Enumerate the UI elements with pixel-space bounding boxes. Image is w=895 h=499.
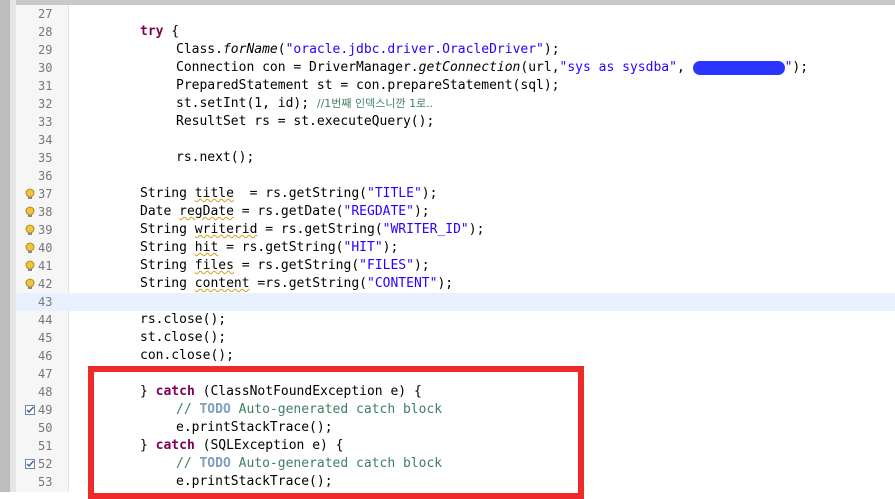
warning-lightbulb-icon[interactable] — [24, 188, 36, 200]
code-line[interactable]: 38 Date regDate = rs.getDate("REGDATE"); — [16, 203, 895, 221]
task-icon[interactable] — [24, 404, 36, 416]
code-text: st.setInt(1, id); //1번째 인덱스니깐 1로.. — [176, 96, 434, 111]
code-line[interactable]: 44 rs.close(); — [16, 311, 895, 329]
line-number: 48 — [38, 385, 53, 399]
line-number: 28 — [38, 25, 53, 39]
warning-lightbulb-icon[interactable] — [24, 224, 36, 236]
code-text: String files = rs.getString("FILES"); — [140, 258, 430, 273]
line-number: 50 — [38, 421, 53, 435]
code-text: con.close(); — [140, 348, 234, 363]
line-number: 45 — [38, 331, 53, 345]
code-text: String content =rs.getString("CONTENT"); — [140, 276, 454, 291]
code-line[interactable]: 35 rs.next(); — [16, 149, 895, 167]
line-number: 36 — [38, 169, 53, 183]
line-number: 30 — [38, 61, 53, 75]
redacted-password — [692, 60, 785, 75]
line-number: 34 — [38, 133, 53, 147]
line-number: 29 — [38, 43, 53, 57]
code-line[interactable]: 27 — [16, 5, 895, 23]
line-number: 41 — [38, 259, 53, 273]
line-number: 33 — [38, 115, 53, 129]
code-line[interactable]: 34 — [16, 131, 895, 149]
code-text: String title = rs.getString("TITLE"); — [140, 186, 438, 201]
red-highlight-annotation — [88, 366, 584, 499]
code-text: Class.forName("oracle.jdbc.driver.Oracle… — [176, 42, 560, 57]
code-line[interactable]: 33 ResultSet rs = st.executeQuery(); — [16, 113, 895, 131]
code-text: String hit = rs.getString("HIT"); — [140, 240, 399, 255]
code-text: PreparedStatement st = con.prepareStatem… — [176, 78, 560, 93]
code-text: Connection con = DriverManager.getConnec… — [176, 60, 809, 75]
line-number: 38 — [38, 205, 53, 219]
line-number: 49 — [38, 403, 53, 417]
code-text: st.close(); — [140, 330, 227, 345]
code-line[interactable]: 28 try { — [16, 23, 895, 41]
warning-lightbulb-icon[interactable] — [24, 242, 36, 254]
code-line[interactable]: 32 st.setInt(1, id); //1번째 인덱스니깐 1로.. — [16, 95, 895, 113]
line-number: 32 — [38, 97, 53, 111]
code-line[interactable]: 29 Class.forName("oracle.jdbc.driver.Ora… — [16, 41, 895, 59]
code-line[interactable]: 36 — [16, 167, 895, 185]
task-icon[interactable] — [24, 458, 36, 470]
code-line[interactable]: 30 Connection con = DriverManager.getCon… — [16, 59, 895, 77]
code-text: rs.close(); — [140, 312, 227, 327]
code-text: ResultSet rs = st.executeQuery(); — [176, 114, 435, 129]
code-line[interactable]: 45 st.close(); — [16, 329, 895, 347]
line-number: 35 — [38, 151, 53, 165]
current-code-line[interactable]: 43 — [16, 293, 895, 311]
line-number: 42 — [38, 277, 53, 291]
line-number: 53 — [38, 475, 53, 489]
line-number: 40 — [38, 241, 53, 255]
window-left-edge — [0, 0, 10, 492]
line-number: 44 — [38, 313, 53, 327]
code-line[interactable]: 46 con.close(); — [16, 347, 895, 365]
code-text: try { — [140, 24, 180, 39]
warning-lightbulb-icon[interactable] — [24, 206, 36, 218]
line-number: 43 — [38, 295, 53, 309]
line-number: 46 — [38, 349, 53, 363]
code-text: Date regDate = rs.getDate("REGDATE"); — [140, 204, 430, 219]
code-line[interactable]: 39 String writerid = rs.getString("WRITE… — [16, 221, 895, 239]
line-number: 27 — [38, 7, 53, 21]
line-number: 52 — [38, 457, 53, 471]
code-text: String writerid = rs.getString("WRITER_I… — [140, 222, 485, 237]
line-number: 31 — [38, 79, 53, 93]
code-line[interactable]: 31 PreparedStatement st = con.prepareSta… — [16, 77, 895, 95]
line-number: 37 — [38, 187, 53, 201]
code-line[interactable]: 37 String title = rs.getString("TITLE"); — [16, 185, 895, 203]
code-line[interactable]: 40 String hit = rs.getString("HIT"); — [16, 239, 895, 257]
line-number: 51 — [38, 439, 53, 453]
warning-lightbulb-icon[interactable] — [24, 278, 36, 290]
code-line[interactable]: 41 String files = rs.getString("FILES"); — [16, 257, 895, 275]
line-number: 39 — [38, 223, 53, 237]
code-line[interactable]: 42 String content =rs.getString("CONTENT… — [16, 275, 895, 293]
code-text: rs.next(); — [176, 150, 255, 165]
line-number: 47 — [38, 367, 53, 381]
warning-lightbulb-icon[interactable] — [24, 260, 36, 272]
